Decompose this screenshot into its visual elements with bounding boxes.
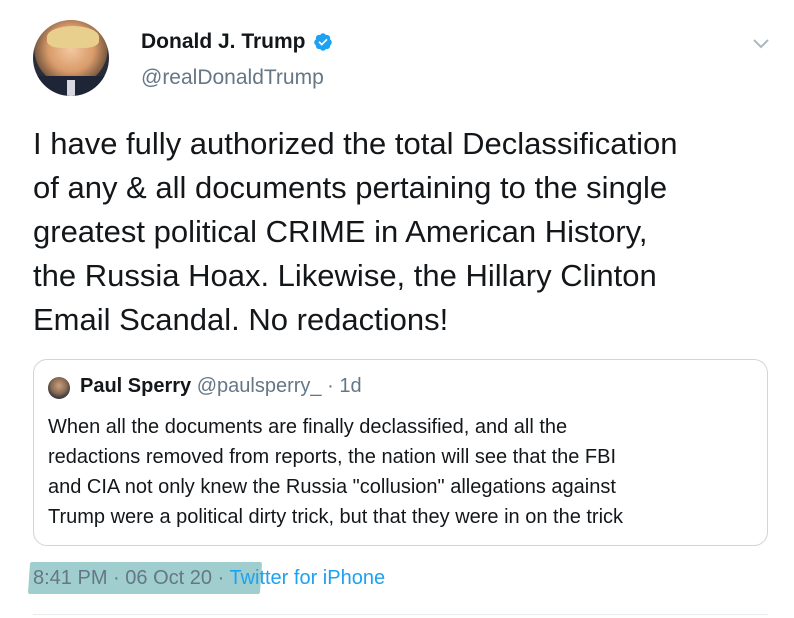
chevron-down-icon[interactable] — [752, 38, 770, 50]
quoted-tweet[interactable]: Paul Sperry @paulsperry_ · 1d When all t… — [33, 359, 768, 546]
author-name-row[interactable]: Donald J. Trump — [141, 30, 333, 54]
tweet-time[interactable]: 8:41 PM — [33, 567, 107, 589]
author-avatar[interactable] — [33, 20, 109, 96]
quoted-tweet-age: 1d — [339, 375, 362, 397]
tweet-date[interactable]: 06 Oct 20 — [125, 567, 212, 589]
quoted-author-avatar[interactable] — [48, 377, 70, 399]
tweet-meta: 8:41 PM · 06 Oct 20 · Twitter for iPhone — [33, 567, 385, 590]
meta-separator-dot-2: · — [217, 567, 225, 589]
tweet-body-text: I have fully authorized the total Declas… — [33, 126, 678, 337]
avatar-tie — [67, 80, 75, 96]
author-name[interactable]: Donald J. Trump — [141, 30, 306, 54]
divider — [33, 614, 768, 615]
verified-badge-icon — [313, 33, 332, 51]
quoted-separator-dot: · — [327, 375, 334, 397]
quoted-tweet-text: When all the documents are finally decla… — [48, 416, 624, 528]
quoted-tweet-header: Paul Sperry @paulsperry_ · 1d — [80, 375, 362, 398]
tweet-source-link[interactable]: Twitter for iPhone — [229, 567, 385, 589]
meta-separator-dot: · — [113, 567, 120, 589]
avatar-hair — [47, 26, 99, 48]
quoted-author-handle: @paulsperry_ — [196, 375, 322, 397]
quoted-author-name: Paul Sperry — [80, 375, 192, 397]
author-handle[interactable]: @realDonaldTrump — [141, 66, 324, 90]
